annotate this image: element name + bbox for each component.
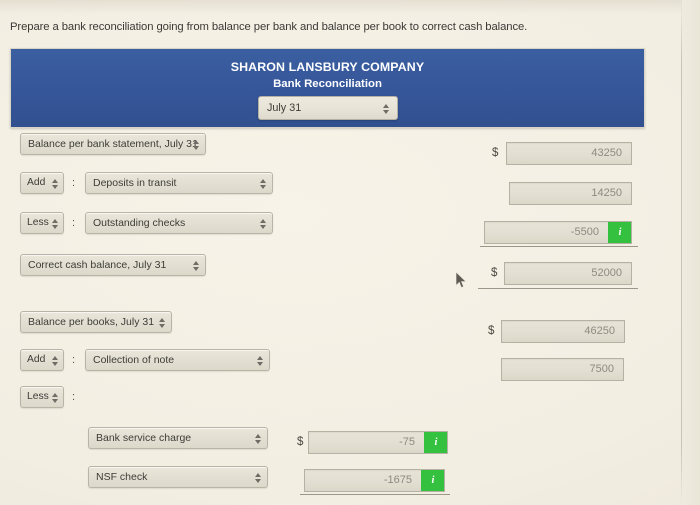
books-deduction-1-amount-value: -75 — [399, 436, 415, 448]
bank-opening-label-select[interactable]: Balance per bank statement, July 31 — [20, 133, 206, 155]
books-opening-amount-input[interactable]: 46250 — [501, 320, 625, 343]
bank-less-subtotal-rule — [480, 246, 638, 247]
updown-arrows-icon — [50, 387, 59, 407]
books-deduction-2-item-select[interactable]: NSF check — [88, 466, 268, 488]
report-title: Bank Reconciliation — [273, 78, 382, 90]
books-deduction-2-amount-input[interactable]: -1675 i — [304, 469, 445, 492]
books-opening-dollar-sign: $ — [488, 325, 495, 337]
updown-arrows-icon — [255, 350, 264, 370]
bank-less-colon: : — [72, 217, 76, 229]
page-top-shadow — [0, 0, 700, 14]
books-add-item-select[interactable]: Collection of note — [85, 349, 270, 371]
books-add-amount-input[interactable]: 7500 — [501, 358, 624, 381]
updown-arrows-icon — [157, 312, 166, 332]
bank-opening-dollar-sign: $ — [492, 147, 499, 159]
books-deduction-1-item-value: Bank service charge — [96, 432, 192, 444]
bank-add-colon: : — [72, 177, 76, 189]
books-less-operator-select[interactable]: Less — [20, 386, 64, 408]
books-add-operator-value: Add — [27, 354, 46, 365]
updown-arrows-icon — [191, 255, 200, 275]
bank-opening-amount-input[interactable]: 43250 — [506, 142, 632, 165]
updown-arrows-icon — [191, 134, 200, 154]
updown-arrows-icon — [258, 213, 267, 233]
period-select-value: July 31 — [267, 102, 302, 114]
bank-less-amount-input[interactable]: -5500 i — [484, 221, 632, 244]
bank-add-operator-value: Add — [27, 177, 46, 188]
bank-less-item-select[interactable]: Outstanding checks — [85, 212, 273, 234]
updown-arrows-icon — [50, 213, 59, 233]
bank-total-label-select[interactable]: Correct cash balance, July 31 — [20, 254, 206, 276]
bank-add-item-value: Deposits in transit — [93, 177, 177, 189]
bank-total-label-value: Correct cash balance, July 31 — [28, 259, 167, 271]
books-deduction-1-dollar-sign: $ — [297, 436, 304, 448]
books-less-colon: : — [72, 391, 76, 403]
books-deduction-1-item-select[interactable]: Bank service charge — [88, 427, 268, 449]
bank-less-operator-select[interactable]: Less — [20, 212, 64, 234]
bank-total-rule — [478, 288, 638, 289]
bank-less-item-value: Outstanding checks — [93, 217, 186, 229]
bank-less-amount-value: -5500 — [570, 226, 599, 238]
bank-total-dollar-sign: $ — [491, 267, 498, 279]
period-select[interactable]: July 31 — [258, 96, 398, 120]
info-icon[interactable]: i — [424, 432, 447, 453]
updown-arrows-icon — [381, 97, 390, 121]
books-deductions-rule — [300, 494, 450, 495]
books-deduction-2-amount-value: -1675 — [383, 474, 412, 486]
updown-arrows-icon — [50, 173, 59, 193]
instruction-text: Prepare a bank reconciliation going from… — [10, 21, 528, 33]
updown-arrows-icon — [258, 173, 267, 193]
books-add-item-value: Collection of note — [93, 354, 175, 366]
bank-add-amount-input[interactable]: 14250 — [509, 182, 632, 205]
page-edge-line — [681, 0, 682, 505]
bank-total-amount-input[interactable]: 52000 — [504, 262, 632, 285]
page-right-margin — [682, 0, 700, 505]
mouse-pointer-icon — [456, 272, 467, 289]
bank-add-operator-select[interactable]: Add — [20, 172, 64, 194]
books-add-colon: : — [72, 354, 76, 366]
info-icon[interactable]: i — [608, 222, 631, 243]
company-name: SHARON LANSBURY COMPANY — [230, 60, 425, 74]
updown-arrows-icon — [253, 428, 262, 448]
books-add-operator-select[interactable]: Add — [20, 349, 64, 371]
books-opening-label-value: Balance per books, July 31 — [28, 316, 155, 328]
info-icon[interactable]: i — [421, 470, 444, 491]
books-deduction-2-item-value: NSF check — [96, 471, 148, 483]
books-opening-label-select[interactable]: Balance per books, July 31 — [20, 311, 172, 333]
report-header-titles: SHARON LANSBURY COMPANY Bank Reconciliat… — [11, 59, 644, 92]
bank-add-item-select[interactable]: Deposits in transit — [85, 172, 273, 194]
updown-arrows-icon — [50, 350, 59, 370]
bank-opening-label-value: Balance per bank statement, July 31 — [28, 138, 198, 150]
bank-less-operator-value: Less — [27, 217, 49, 228]
books-less-operator-value: Less — [27, 391, 49, 402]
books-deduction-1-amount-input[interactable]: -75 i — [308, 431, 448, 454]
updown-arrows-icon — [253, 467, 262, 487]
